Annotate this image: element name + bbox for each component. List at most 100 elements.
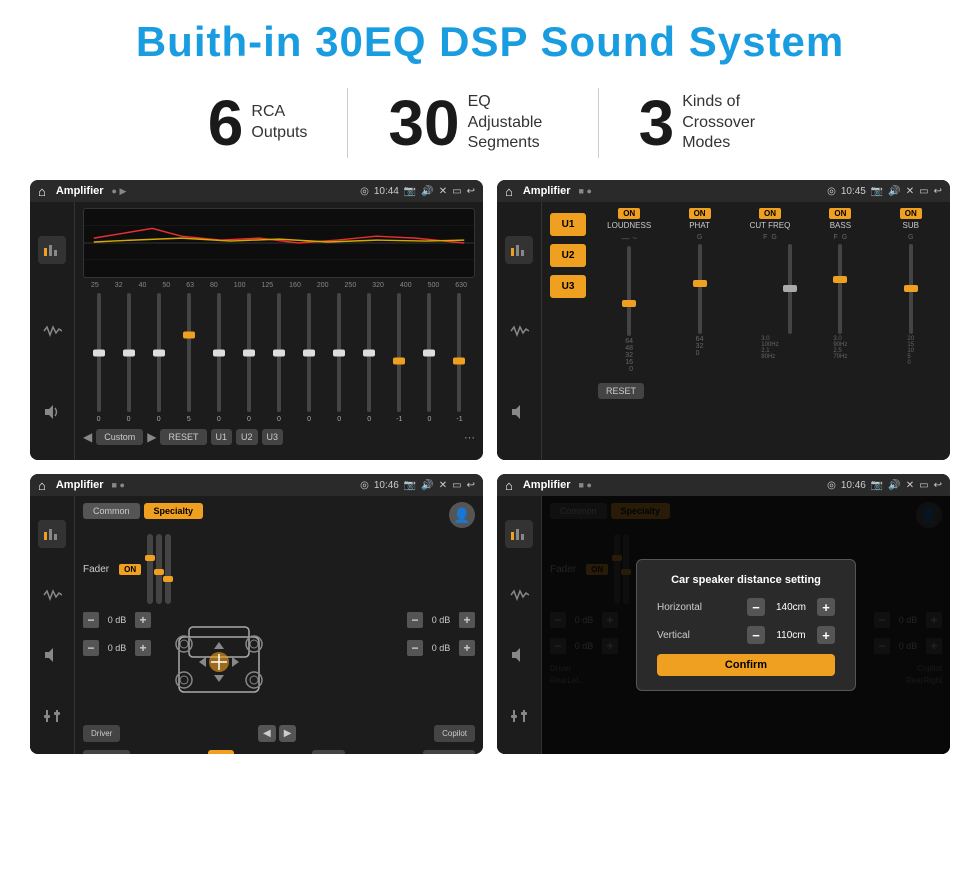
- right-arrow-btn[interactable]: ▶: [279, 725, 297, 742]
- horizontal-plus-btn[interactable]: +: [817, 598, 835, 616]
- profile-icon-cross[interactable]: 👤: [449, 502, 475, 528]
- left-arrow-btn[interactable]: ◀: [258, 725, 276, 742]
- volume-icon-dialog: 🔊: [888, 480, 900, 491]
- back-icon-eq[interactable]: ↩: [467, 186, 475, 197]
- db-plus-tr[interactable]: +: [459, 612, 475, 628]
- vertical-plus-btn[interactable]: +: [817, 626, 835, 644]
- back-icon-dialog[interactable]: ↩: [934, 480, 942, 491]
- db-minus-tl[interactable]: −: [83, 612, 99, 628]
- eq-slider-12[interactable]: -1: [446, 293, 473, 423]
- back-icon-cross[interactable]: ↩: [467, 480, 475, 491]
- screen-title-dialog: Amplifier: [523, 479, 571, 491]
- cross-fader-icon[interactable]: [38, 702, 66, 730]
- copilot-btn[interactable]: Copilot: [434, 725, 475, 742]
- home-icon-amp[interactable]: ⌂: [505, 184, 513, 199]
- eq-slider-5[interactable]: 0: [235, 293, 262, 423]
- eq-slider-1[interactable]: 0: [115, 293, 142, 423]
- sidebar-eq-icon[interactable]: [38, 236, 66, 264]
- db-plus-tl[interactable]: +: [135, 612, 151, 628]
- phat-col: ON PHAT G 64320: [675, 208, 725, 373]
- reset-btn-amp[interactable]: RESET: [598, 383, 644, 399]
- reset-btn-eq[interactable]: RESET: [160, 429, 206, 445]
- screenshot-eq: ⌂ Amplifier ● ▶ ◎ 10:44 📷 🔊 ✕ ▭ ↩: [30, 180, 483, 460]
- status-bar-eq: ⌂ Amplifier ● ▶ ◎ 10:44 📷 🔊 ✕ ▭ ↩: [30, 180, 483, 202]
- db-controls-right: − 0 dB + − 0 dB +: [407, 612, 475, 717]
- next-arrow-icon[interactable]: ▶: [147, 430, 156, 444]
- time-cross: 10:46: [374, 480, 399, 491]
- u3-btn[interactable]: U3: [550, 275, 586, 298]
- sub-slider[interactable]: [909, 244, 913, 334]
- custom-btn[interactable]: Custom: [96, 429, 143, 445]
- user-btn-cross[interactable]: User: [312, 750, 345, 754]
- eq-slider-4[interactable]: 0: [205, 293, 232, 423]
- bass-slider[interactable]: [838, 244, 842, 334]
- loudness-slider[interactable]: [627, 246, 631, 336]
- rearright-btn[interactable]: RearRight: [423, 750, 475, 754]
- home-icon-eq[interactable]: ⌂: [38, 184, 46, 199]
- sidebar-speaker-icon[interactable]: [38, 398, 66, 426]
- stat-number-rca: 6: [208, 91, 244, 155]
- home-icon-dialog[interactable]: ⌂: [505, 478, 513, 493]
- eq-slider-11[interactable]: 0: [416, 293, 443, 423]
- stats-row: 6 RCAOutputs 30 EQ AdjustableSegments 3 …: [30, 88, 950, 158]
- stat-label-rca: RCAOutputs: [251, 102, 307, 144]
- dialog-wave-icon[interactable]: [505, 581, 533, 609]
- dialog-eq-icon[interactable]: [505, 520, 533, 548]
- dialog-speaker-icon[interactable]: [505, 641, 533, 669]
- sub-on-badge: ON: [900, 208, 922, 219]
- eq-slider-2[interactable]: 0: [145, 293, 172, 423]
- driver-btn[interactable]: Driver: [83, 725, 120, 742]
- sidebar-wave-icon[interactable]: [38, 317, 66, 345]
- dialog-sidebar: [497, 496, 542, 754]
- eq-slider-8[interactable]: 0: [326, 293, 353, 423]
- vertical-minus-btn[interactable]: −: [747, 626, 765, 644]
- u1-btn-eq[interactable]: U1: [211, 429, 233, 445]
- confirm-button[interactable]: Confirm: [657, 654, 835, 676]
- phat-slider[interactable]: [698, 244, 702, 334]
- eq-slider-6[interactable]: 0: [265, 293, 292, 423]
- db-minus-br[interactable]: −: [407, 640, 423, 656]
- all-btn[interactable]: All: [208, 750, 234, 754]
- prev-arrow-icon[interactable]: ◀: [83, 430, 92, 444]
- page-container: Buith-in 30EQ DSP Sound System 6 RCAOutp…: [0, 0, 980, 764]
- screen-title-eq: Amplifier: [56, 185, 104, 197]
- eq-slider-10[interactable]: -1: [386, 293, 413, 423]
- db-minus-tr[interactable]: −: [407, 612, 423, 628]
- fader-bar-3[interactable]: [165, 534, 171, 604]
- screen-title-amp: Amplifier: [523, 185, 571, 197]
- amp-wave-icon[interactable]: [505, 317, 533, 345]
- cross-wave-icon[interactable]: [38, 581, 66, 609]
- db-minus-bl[interactable]: −: [83, 640, 99, 656]
- expand-icon-eq[interactable]: ⋯: [464, 431, 475, 444]
- db-plus-bl[interactable]: +: [135, 640, 151, 656]
- cutfreq-slider1[interactable]: [788, 244, 792, 334]
- volume-icon-eq: 🔊: [421, 186, 433, 197]
- car-diagram-svg: [159, 612, 279, 712]
- eq-slider-7[interactable]: 0: [296, 293, 323, 423]
- car-diagram-container: [159, 612, 399, 717]
- specialty-tab[interactable]: Specialty: [144, 503, 204, 519]
- amp-speaker-icon[interactable]: [505, 398, 533, 426]
- u1-btn[interactable]: U1: [550, 213, 586, 236]
- cross-speaker-icon[interactable]: [38, 641, 66, 669]
- u3-btn-eq[interactable]: U3: [262, 429, 284, 445]
- fader-bar-2[interactable]: [156, 534, 162, 604]
- db-value-bl: 0 dB: [102, 643, 132, 653]
- dialog-fader-icon[interactable]: [505, 702, 533, 730]
- eq-slider-9[interactable]: 0: [356, 293, 383, 423]
- home-icon-cross[interactable]: ⌂: [38, 478, 46, 493]
- common-tab[interactable]: Common: [83, 503, 140, 519]
- u2-btn-eq[interactable]: U2: [236, 429, 258, 445]
- cross-eq-icon[interactable]: [38, 520, 66, 548]
- fader-bar-1[interactable]: [147, 534, 153, 604]
- horizontal-minus-btn[interactable]: −: [747, 598, 765, 616]
- location-icon-amp: ◎: [827, 186, 836, 197]
- u2-btn[interactable]: U2: [550, 244, 586, 267]
- amp-eq-icon[interactable]: [505, 236, 533, 264]
- back-icon-amp[interactable]: ↩: [934, 186, 942, 197]
- db-plus-br[interactable]: +: [459, 640, 475, 656]
- loudness-label: LOUDNESS: [607, 221, 651, 230]
- eq-slider-0[interactable]: 0: [85, 293, 112, 423]
- eq-slider-3[interactable]: 5: [175, 293, 202, 423]
- rearleft-btn[interactable]: RearLeft: [83, 750, 130, 754]
